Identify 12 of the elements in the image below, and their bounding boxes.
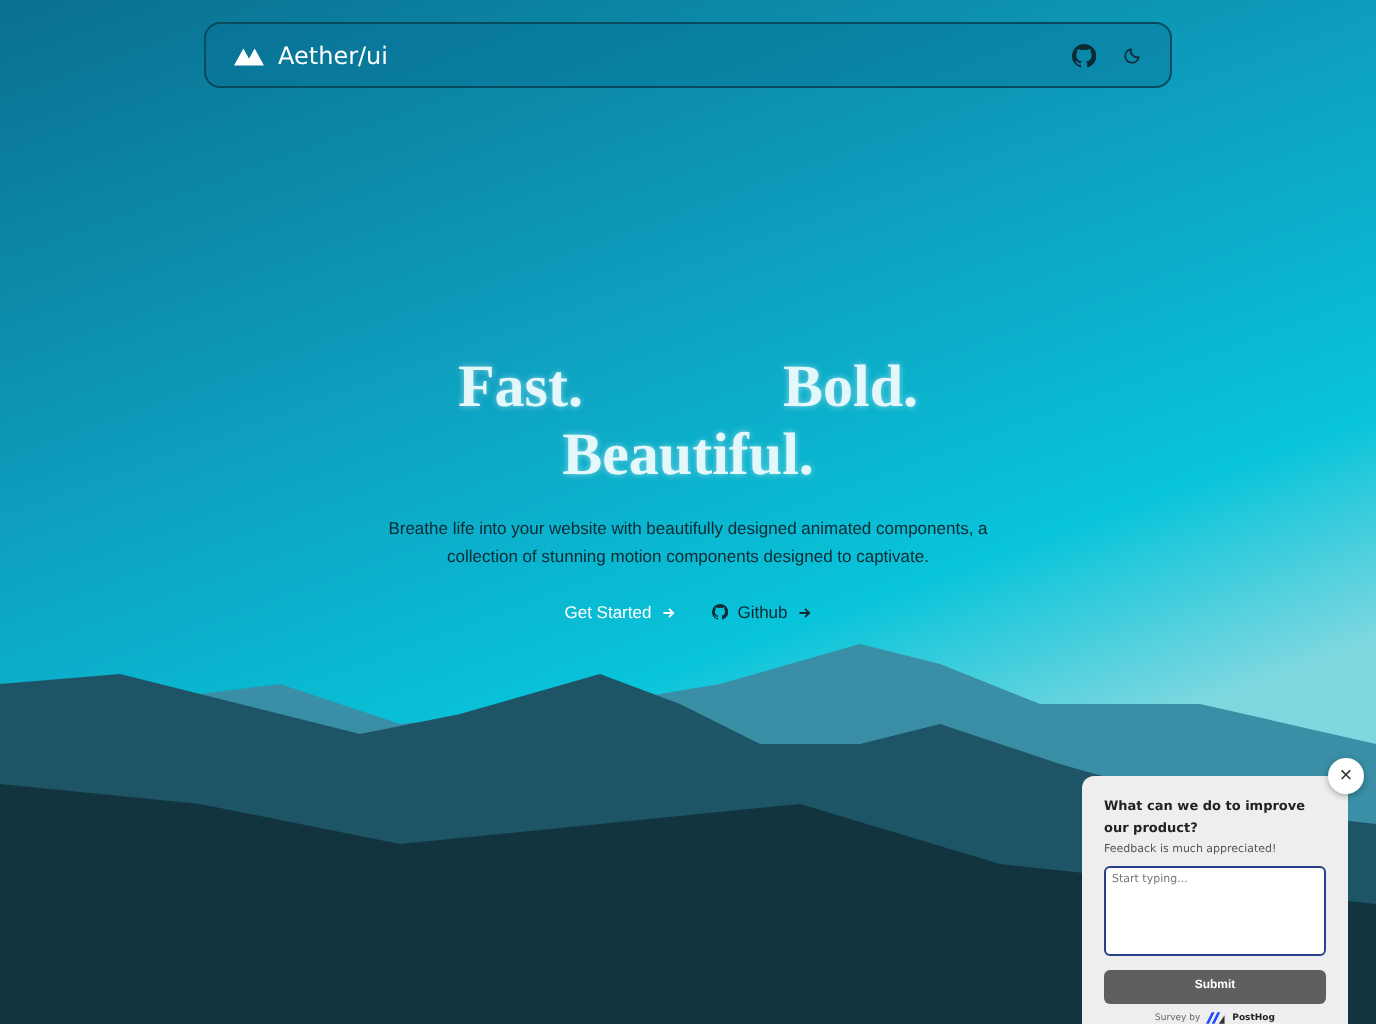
arrow-right-icon bbox=[797, 605, 812, 619]
moon-icon[interactable] bbox=[1124, 46, 1142, 64]
hero-tagline: Breathe life into your website with beautifully designed animated components, a collection of stunning motion components designed to captivate. bbox=[386, 516, 990, 570]
github-icon[interactable] bbox=[1072, 43, 1096, 67]
logo-icon bbox=[234, 45, 264, 65]
arrow-right-icon bbox=[661, 605, 676, 619]
github-link[interactable]: Github bbox=[711, 602, 812, 622]
hero-word: Fast. bbox=[457, 354, 583, 422]
github-icon bbox=[711, 604, 728, 620]
hero-word: Beautiful. bbox=[562, 422, 814, 490]
brand-name: Aether/ui bbox=[278, 41, 388, 69]
hero-word: Bold. bbox=[782, 354, 919, 422]
